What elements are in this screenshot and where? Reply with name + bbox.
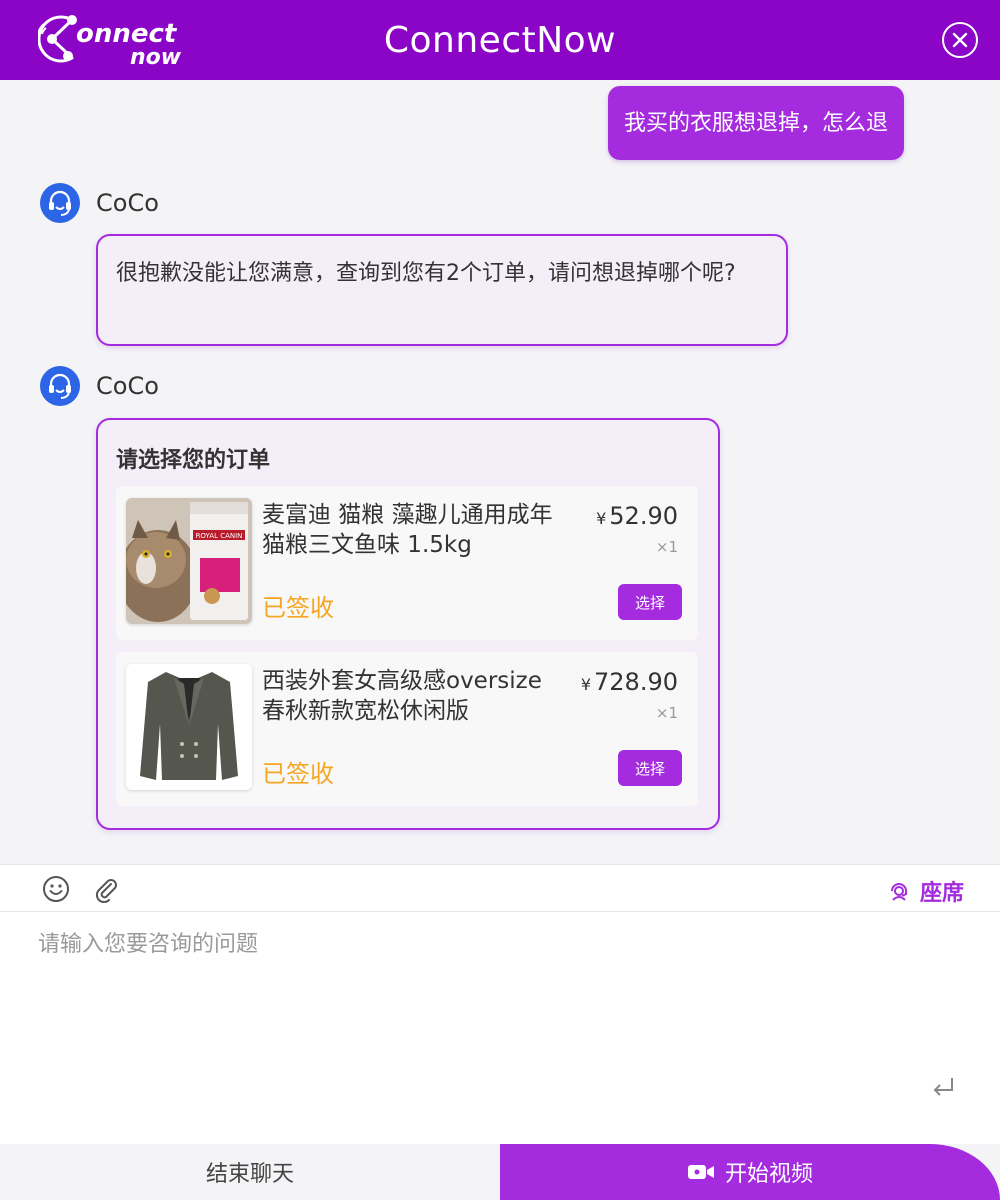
blazer-image bbox=[126, 664, 252, 790]
agent-header: CoCo bbox=[40, 183, 159, 223]
smile-icon[interactable] bbox=[42, 875, 70, 903]
seat-button[interactable]: 座席 bbox=[888, 875, 964, 907]
cat-food-image: ROYAL CANIN bbox=[126, 498, 252, 624]
end-chat-label: 结束聊天 bbox=[205, 1162, 294, 1187]
price-value: 52.90 bbox=[609, 502, 678, 530]
message-input[interactable] bbox=[38, 926, 898, 1076]
select-order-button[interactable]: 选择 bbox=[618, 750, 682, 786]
headset-icon bbox=[49, 373, 71, 399]
order-name: 西装外套女高级感oversize春秋新款宽松休闲版 bbox=[262, 668, 542, 724]
orders-title: 请选择您的订单 bbox=[116, 448, 271, 473]
currency-symbol: ¥ bbox=[580, 675, 592, 694]
input-area bbox=[0, 912, 1000, 1144]
app-header: onnect now ConnectNow bbox=[0, 0, 1000, 80]
agent-header: CoCo bbox=[40, 366, 159, 406]
start-video-label: 开始视频 bbox=[724, 1162, 813, 1187]
input-toolbar: 座席 bbox=[0, 864, 1000, 912]
logo-text-bottom: now bbox=[130, 45, 182, 68]
app-title: ConnectNow bbox=[383, 19, 617, 61]
order-price: ¥52.90 bbox=[596, 502, 678, 530]
paperclip-icon[interactable] bbox=[92, 875, 120, 903]
seat-label: 座席 bbox=[919, 881, 964, 906]
agent-name: CoCo bbox=[96, 189, 159, 217]
agent-name: CoCo bbox=[96, 372, 159, 400]
enter-icon[interactable] bbox=[928, 1072, 958, 1102]
headset-icon bbox=[49, 190, 71, 216]
price-value: 728.90 bbox=[594, 668, 678, 696]
order-status: 已签收 bbox=[262, 760, 334, 788]
user-message-bubble: 我买的衣服想退掉，怎么退 bbox=[607, 86, 904, 160]
order-selection-bubble: 请选择您的订单 ROYAL CANIN 麦富迪 猫粮 藻趣儿通用成年猫粮三文鱼味… bbox=[96, 418, 720, 830]
agent-message-bubble: 很抱歉没能让您满意，查询到您有2个订单，请问想退掉哪个呢? bbox=[96, 234, 788, 346]
order-card: 西装外套女高级感oversize春秋新款宽松休闲版 ¥728.90 ×1 已签收… bbox=[116, 652, 698, 806]
connect-logo: onnect now bbox=[37, 10, 186, 70]
video-camera-icon bbox=[687, 1165, 714, 1179]
order-card: ROYAL CANIN 麦富迪 猫粮 藻趣儿通用成年猫粮三文鱼味 1.5kg ¥… bbox=[116, 486, 698, 640]
agent-avatar bbox=[40, 366, 80, 406]
order-quantity: ×1 bbox=[655, 704, 678, 722]
chat-area[interactable]: 我买的衣服想退掉，怎么退 CoCo 很抱歉没能让您满意，查询到您有2个订单，请问… bbox=[0, 80, 1000, 864]
order-status: 已签收 bbox=[262, 594, 334, 622]
agent-message-text: 很抱歉没能让您满意，查询到您有2个订单，请问想退掉哪个呢? bbox=[116, 261, 736, 286]
end-chat-button[interactable]: 结束聊天 bbox=[0, 1144, 500, 1200]
close-button[interactable] bbox=[942, 22, 978, 58]
cat-food-brand-text: ROYAL CANIN bbox=[196, 532, 243, 540]
order-price: ¥728.90 bbox=[581, 668, 678, 696]
agent-icon bbox=[890, 883, 907, 901]
currency-symbol: ¥ bbox=[596, 509, 607, 528]
agent-avatar bbox=[40, 183, 80, 223]
order-name: 麦富迪 猫粮 藻趣儿通用成年猫粮三文鱼味 1.5kg bbox=[262, 502, 553, 558]
select-order-button[interactable]: 选择 bbox=[618, 584, 682, 620]
close-icon bbox=[952, 32, 968, 48]
order-quantity: ×1 bbox=[655, 538, 678, 556]
start-video-button[interactable]: 开始视频 bbox=[500, 1144, 1000, 1200]
